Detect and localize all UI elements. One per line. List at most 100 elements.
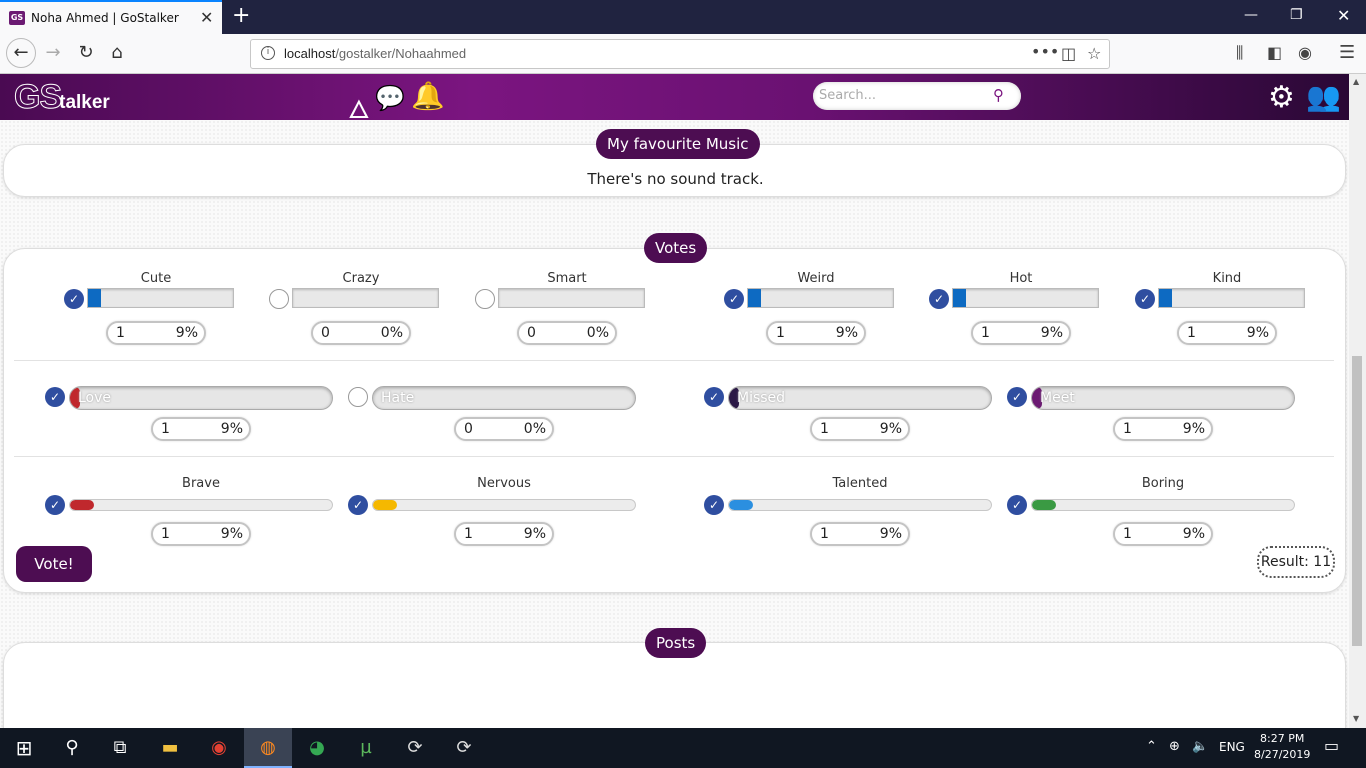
result-badge: Result: 11 bbox=[1257, 546, 1335, 578]
vote-count-value: 1 bbox=[161, 421, 170, 437]
volume-icon[interactable]: 🔈 bbox=[1192, 739, 1208, 754]
friends-icon[interactable]: 👥 bbox=[1306, 80, 1341, 113]
chat-icon[interactable]: 💬 bbox=[375, 84, 405, 112]
network-icon[interactable]: ⊕ bbox=[1169, 739, 1180, 754]
vote-bar-cute bbox=[87, 288, 234, 308]
restore-icon[interactable]: ❐ bbox=[1290, 7, 1303, 23]
vote-bar-love: Love bbox=[69, 386, 333, 410]
task-view-icon[interactable]: ⧉ bbox=[96, 728, 144, 768]
vote-count-weird: 1 9% bbox=[766, 321, 866, 345]
posts-heading: Posts bbox=[645, 628, 707, 658]
notifications-icon[interactable]: ▭ bbox=[1324, 736, 1339, 755]
vote-count-value: 1 bbox=[161, 526, 170, 542]
file-explorer-icon[interactable]: ▬ bbox=[146, 728, 194, 768]
vote-count-love: 1 9% bbox=[151, 417, 251, 441]
new-tab-icon[interactable]: + bbox=[232, 3, 250, 28]
vote-checkbox-brave[interactable]: ✓ bbox=[45, 495, 65, 515]
vote-checkbox-nervous[interactable]: ✓ bbox=[348, 495, 368, 515]
vote-checkbox-kind[interactable]: ✓ bbox=[1135, 289, 1155, 309]
vote-count-nervous: 1 9% bbox=[454, 522, 554, 546]
app-icon[interactable]: ⟳ bbox=[391, 728, 439, 768]
menu-icon[interactable]: ☰ bbox=[1339, 42, 1355, 63]
taskbar-search-icon[interactable]: ⚲ bbox=[48, 728, 96, 768]
vote-count-brave: 1 9% bbox=[151, 522, 251, 546]
search-box[interactable]: Search... ⚲ bbox=[813, 82, 1021, 110]
address-bar[interactable]: i localhost/gostalker/Nohaahmed ••• ◫ ☆ bbox=[250, 39, 1110, 69]
vote-label-crazy: Crazy bbox=[342, 271, 380, 286]
site-info-icon[interactable]: i bbox=[261, 46, 275, 60]
vote-label-missed: Missed bbox=[737, 390, 786, 406]
language-indicator[interactable]: ENG bbox=[1219, 740, 1245, 754]
vote-bar-smart bbox=[498, 288, 645, 308]
home-icon[interactable]: ⌂ bbox=[105, 42, 129, 63]
account-icon[interactable]: ◉ bbox=[1298, 43, 1312, 62]
back-icon[interactable]: ← bbox=[6, 38, 36, 68]
utorrent-icon[interactable]: µ bbox=[342, 728, 390, 768]
vote-bar-fill bbox=[729, 500, 753, 510]
vote-label-hate: Hate bbox=[381, 390, 415, 406]
vote-percent-value: 0% bbox=[523, 421, 546, 437]
tab-title: Noha Ahmed | GoStalker bbox=[31, 11, 179, 25]
vote-checkbox-talented[interactable]: ✓ bbox=[704, 495, 724, 515]
scrollbar-thumb[interactable] bbox=[1352, 356, 1362, 646]
url-host: localhost bbox=[284, 46, 336, 61]
vote-bar-weird bbox=[747, 288, 894, 308]
vertical-scrollbar[interactable]: ▲ ▼ bbox=[1349, 74, 1366, 728]
scroll-down-icon[interactable]: ▼ bbox=[1353, 714, 1359, 723]
tab-favicon-icon: GS bbox=[9, 11, 25, 25]
vote-count-smart: 0 0% bbox=[517, 321, 617, 345]
search-input[interactable]: Search... bbox=[819, 88, 876, 103]
vote-bar-hate: Hate bbox=[372, 386, 636, 410]
window-close-icon[interactable]: ✕ bbox=[1337, 6, 1350, 25]
minimize-icon[interactable]: — bbox=[1244, 7, 1258, 23]
vote-checkbox-love[interactable]: ✓ bbox=[45, 387, 65, 407]
bell-icon[interactable]: 🔔 bbox=[411, 80, 445, 112]
vote-label-boring: Boring bbox=[1141, 476, 1185, 491]
vote-percent-value: 9% bbox=[1246, 325, 1269, 341]
tray-expand-icon[interactable]: ⌃ bbox=[1146, 739, 1157, 754]
windows-start-icon[interactable]: ⊞ bbox=[0, 728, 48, 768]
vote-count-value: 1 bbox=[1123, 526, 1132, 542]
browser-nav-bar: ← → ↻ ⌂ i localhost/gostalker/Nohaahmed … bbox=[0, 34, 1366, 74]
vote-count-kind: 1 9% bbox=[1177, 321, 1277, 345]
download-manager-icon[interactable]: ◕ bbox=[293, 728, 341, 768]
vote-bar-boring bbox=[1031, 499, 1295, 511]
tab-close-icon[interactable]: ✕ bbox=[200, 8, 213, 27]
forward-icon[interactable]: → bbox=[41, 42, 65, 63]
vote-button[interactable]: Vote! bbox=[16, 546, 92, 582]
vote-count-crazy: 0 0% bbox=[311, 321, 411, 345]
vote-checkbox-crazy[interactable] bbox=[269, 289, 289, 309]
vote-count-value: 0 bbox=[464, 421, 473, 437]
search-icon[interactable]: ⚲ bbox=[993, 86, 1004, 104]
vote-bar-fill bbox=[953, 289, 967, 307]
vote-checkbox-boring[interactable]: ✓ bbox=[1007, 495, 1027, 515]
browser-tab[interactable]: GS Noha Ahmed | GoStalker ✕ bbox=[0, 0, 222, 34]
sidebar-icon[interactable]: ◧ bbox=[1267, 43, 1282, 62]
site-logo[interactable]: GStalker bbox=[13, 78, 109, 117]
vote-bar-hot bbox=[952, 288, 1099, 308]
vote-checkbox-meet[interactable]: ✓ bbox=[1007, 387, 1027, 407]
vote-bar-brave bbox=[69, 499, 333, 511]
vote-checkbox-hate[interactable] bbox=[348, 387, 368, 407]
vote-checkbox-weird[interactable]: ✓ bbox=[724, 289, 744, 309]
vote-percent-value: 9% bbox=[1040, 325, 1063, 341]
firefox-icon[interactable]: ◍ bbox=[244, 728, 292, 768]
page-actions-icon[interactable]: ••• bbox=[1031, 42, 1059, 61]
vote-checkbox-smart[interactable] bbox=[475, 289, 495, 309]
app-icon-2[interactable]: ⟳ bbox=[440, 728, 488, 768]
vote-checkbox-cute[interactable]: ✓ bbox=[64, 289, 84, 309]
vote-checkbox-missed[interactable]: ✓ bbox=[704, 387, 724, 407]
scroll-up-icon[interactable]: ▲ bbox=[1353, 77, 1359, 86]
vote-count-value: 1 bbox=[776, 325, 785, 341]
settings-gears-icon[interactable]: ⚙ bbox=[1268, 80, 1295, 115]
reload-icon[interactable]: ↻ bbox=[74, 42, 98, 63]
pocket-icon[interactable]: ◫ bbox=[1061, 44, 1076, 63]
music-heading: My favourite Music bbox=[596, 129, 760, 159]
clock[interactable]: 8:27 PM 8/27/2019 bbox=[1254, 731, 1310, 763]
vote-checkbox-hot[interactable]: ✓ bbox=[929, 289, 949, 309]
chrome-icon[interactable]: ◉ bbox=[195, 728, 243, 768]
vote-count-hate: 0 0% bbox=[454, 417, 554, 441]
library-icon[interactable]: ⫼ bbox=[1236, 43, 1243, 63]
bookmark-star-icon[interactable]: ☆ bbox=[1087, 44, 1101, 63]
vote-label-love: Love bbox=[78, 390, 112, 406]
